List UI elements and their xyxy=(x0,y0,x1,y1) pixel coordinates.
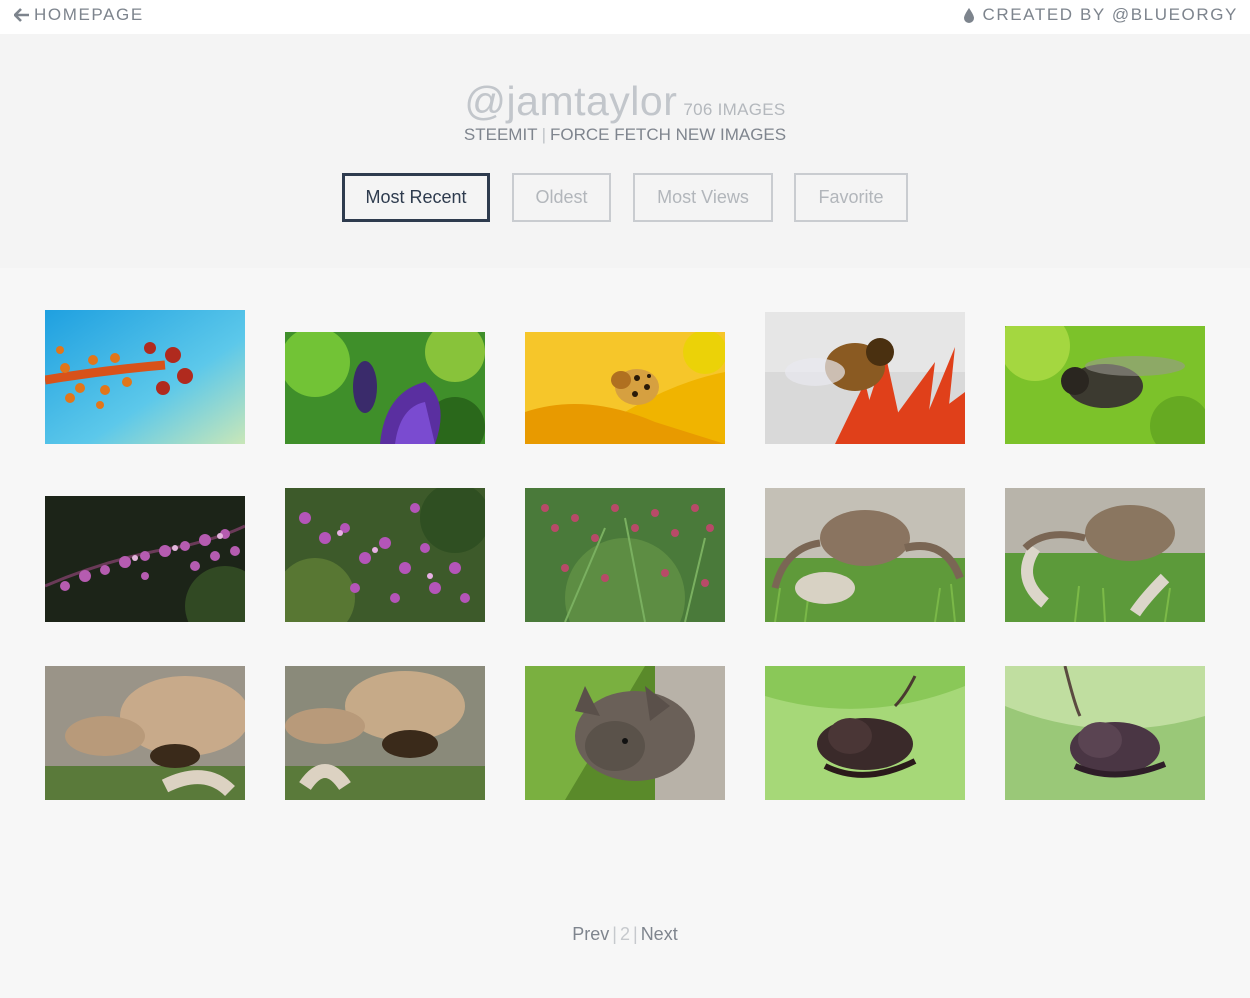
thumbnail-image xyxy=(525,332,725,444)
gallery-thumbnail[interactable] xyxy=(1005,666,1205,800)
current-page-number: 2 xyxy=(619,924,630,944)
thumbnail-image xyxy=(765,488,965,622)
thumbnail-image xyxy=(45,496,245,622)
sort-oldest-button[interactable]: Oldest xyxy=(512,173,611,222)
thumbnail-image xyxy=(1005,488,1205,622)
top-bar: HOMEPAGE CREATED BY @BLUEORGY xyxy=(0,0,1250,34)
gallery-thumbnail[interactable] xyxy=(525,666,725,800)
gallery-thumbnail[interactable] xyxy=(1005,326,1205,444)
link-separator: | xyxy=(541,125,546,144)
thumbnail-image xyxy=(765,312,965,444)
creator-credit-label: CREATED BY @BLUEORGY xyxy=(982,5,1238,24)
steemit-link[interactable]: STEEMIT xyxy=(464,125,538,144)
gallery-thumbnail[interactable] xyxy=(765,488,965,622)
sort-most-recent-button[interactable]: Most Recent xyxy=(342,173,490,222)
droplet-icon xyxy=(964,7,975,23)
force-fetch-link[interactable]: FORCE FETCH NEW IMAGES xyxy=(550,125,786,144)
image-count: 706 IMAGES xyxy=(683,100,786,119)
profile-title: @jamtaylor 706 IMAGES xyxy=(0,78,1250,125)
gallery-thumbnail[interactable] xyxy=(45,310,245,444)
gallery-thumbnail[interactable] xyxy=(285,666,485,800)
thumbnail-image xyxy=(285,666,485,800)
thumbnail-image xyxy=(1005,666,1205,800)
thumbnail-image xyxy=(45,310,245,444)
gallery-thumbnail[interactable] xyxy=(765,312,965,444)
gallery-thumbnail[interactable] xyxy=(285,332,485,444)
gallery-thumbnail[interactable] xyxy=(45,666,245,800)
pager-separator: | xyxy=(633,924,638,944)
gallery-thumbnail[interactable] xyxy=(285,488,485,622)
thumbnail-image xyxy=(525,488,725,622)
profile-header: @jamtaylor 706 IMAGES STEEMIT | FORCE FETCH… xyxy=(0,34,1250,268)
pager-separator: | xyxy=(612,924,617,944)
gallery-thumbnail[interactable] xyxy=(45,496,245,622)
prev-page-link[interactable]: Prev xyxy=(572,924,609,944)
gallery-thumbnail[interactable] xyxy=(1005,488,1205,622)
arrow-left-icon xyxy=(14,8,29,22)
thumbnail-image xyxy=(1005,326,1205,444)
username: @jamtaylor xyxy=(464,78,678,124)
homepage-label: HOMEPAGE xyxy=(34,5,144,24)
pagination: Prev | 2 | Next xyxy=(0,924,1250,945)
profile-links: STEEMIT | FORCE FETCH NEW IMAGES xyxy=(0,125,1250,145)
thumbnail-image xyxy=(285,488,485,622)
gallery-thumbnail[interactable] xyxy=(765,666,965,800)
gallery-thumbnail[interactable] xyxy=(525,488,725,622)
creator-credit[interactable]: CREATED BY @BLUEORGY xyxy=(964,5,1238,25)
thumbnail-image xyxy=(525,666,725,800)
sort-favorite-button[interactable]: Favorite xyxy=(794,173,908,222)
thumbnail-image xyxy=(765,666,965,800)
gallery-thumbnail[interactable] xyxy=(525,332,725,444)
thumbnail-image xyxy=(285,332,485,444)
thumbnail-image xyxy=(45,666,245,800)
next-page-link[interactable]: Next xyxy=(641,924,678,944)
homepage-link[interactable]: HOMEPAGE xyxy=(14,5,144,25)
sort-most-views-button[interactable]: Most Views xyxy=(633,173,773,222)
